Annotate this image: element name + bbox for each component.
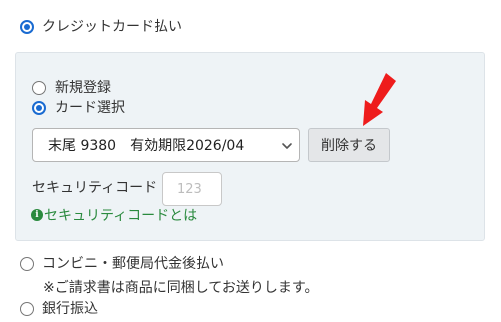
- convenience-note: ※ご請求書は商品に同梱してお送りします。: [43, 280, 319, 296]
- card-select-dropdown[interactable]: 末尾 9380 有効期限2026/04: [32, 128, 300, 162]
- red-arrow-icon: [363, 73, 396, 126]
- bank-transfer-radio[interactable]: [20, 302, 34, 316]
- info-icon: i: [31, 209, 43, 221]
- credit-card-label: クレジットカード払い: [42, 19, 182, 35]
- card-select-radio[interactable]: [32, 101, 46, 115]
- card-select-label: カード選択: [55, 100, 125, 116]
- security-code-label: セキュリティコード: [32, 180, 158, 196]
- credit-card-radio[interactable]: [20, 20, 34, 34]
- security-code-help-text: セキュリティコードとは: [44, 208, 198, 224]
- security-code-input[interactable]: [162, 172, 222, 206]
- delete-card-button[interactable]: 削除する: [308, 128, 390, 162]
- bank-transfer-label: 銀行振込: [42, 301, 98, 317]
- chevron-down-icon: [282, 143, 292, 149]
- convenience-label: コンビニ・郵便局代金後払い: [42, 256, 224, 272]
- new-registration-label: 新規登録: [55, 80, 111, 96]
- new-registration-radio[interactable]: [32, 81, 46, 95]
- selected-card-value: 末尾 9380 有効期限2026/04: [48, 138, 245, 154]
- convenience-radio[interactable]: [20, 257, 34, 271]
